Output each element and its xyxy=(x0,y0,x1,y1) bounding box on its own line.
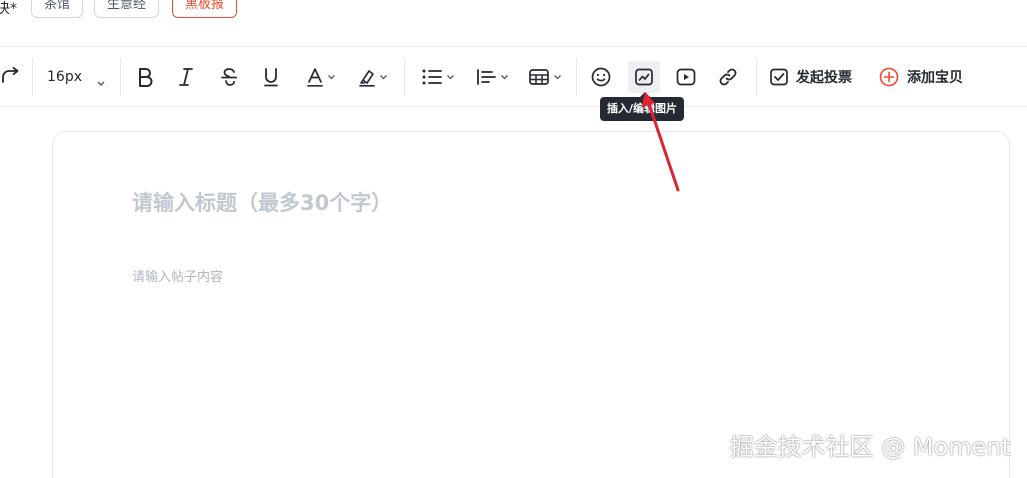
emoji-icon xyxy=(590,66,612,88)
underline-button[interactable] xyxy=(259,61,283,93)
align-icon xyxy=(475,67,497,87)
chevron-down-icon xyxy=(553,74,562,80)
insert-image-button[interactable] xyxy=(628,61,660,93)
tag-shengyijing[interactable]: 生意经 xyxy=(94,0,160,18)
font-color-button[interactable] xyxy=(303,61,339,93)
chevron-down-icon xyxy=(446,74,455,80)
editor-toolbar: 16px 发起投票 添加宝贝 xyxy=(0,46,1027,107)
redo-icon xyxy=(1,67,21,87)
italic-button[interactable] xyxy=(174,61,198,93)
chevron-down-icon xyxy=(96,73,106,92)
toolbar-divider xyxy=(404,58,405,96)
start-vote-label: 发起投票 xyxy=(796,70,852,86)
add-item-button[interactable]: 添加宝贝 xyxy=(878,61,968,93)
post-editor-page: 决* 茶馆 生意经 黑板报 16px 发起投票 添加宝贝 插入/编辑图片 请输入… xyxy=(0,0,1027,478)
highlight-icon xyxy=(358,67,376,87)
underline-icon xyxy=(262,67,280,87)
link-button[interactable] xyxy=(716,61,740,93)
table-icon xyxy=(528,67,550,87)
chevron-down-icon xyxy=(327,74,336,80)
video-button[interactable] xyxy=(674,61,698,93)
toolbar-divider xyxy=(120,58,121,96)
font-size-value: 16px xyxy=(47,69,82,85)
chevron-down-icon xyxy=(379,74,388,80)
align-button[interactable] xyxy=(472,61,512,93)
content-input[interactable] xyxy=(132,266,932,466)
toolbar-divider xyxy=(576,58,577,96)
strikethrough-button[interactable] xyxy=(217,61,241,93)
redo-button[interactable] xyxy=(0,61,22,93)
emoji-button[interactable] xyxy=(589,61,613,93)
image-icon xyxy=(633,66,655,88)
list-button[interactable] xyxy=(418,61,458,93)
add-circle-icon xyxy=(878,66,900,88)
font-color-icon xyxy=(306,67,324,87)
list-icon xyxy=(421,67,443,87)
toolbar-divider xyxy=(756,58,757,96)
highlight-button[interactable] xyxy=(355,61,391,93)
italic-icon xyxy=(177,67,195,87)
bold-icon xyxy=(136,67,154,87)
insert-image-tooltip: 插入/编辑图片 xyxy=(600,97,685,121)
font-size-select[interactable]: 16px xyxy=(38,61,112,93)
toolbar-divider xyxy=(32,58,33,96)
strikethrough-icon xyxy=(220,67,238,87)
category-tags: 决* 茶馆 生意经 黑板报 xyxy=(0,0,300,19)
link-icon xyxy=(717,66,739,88)
table-button[interactable] xyxy=(524,61,566,93)
chevron-down-icon xyxy=(500,74,509,80)
editor-card xyxy=(52,131,1010,478)
video-icon xyxy=(675,66,697,88)
start-vote-button[interactable]: 发起投票 xyxy=(768,61,858,93)
bold-button[interactable] xyxy=(133,61,157,93)
tag-chaguan[interactable]: 茶馆 xyxy=(31,0,84,18)
vote-icon xyxy=(768,66,790,88)
add-item-label: 添加宝贝 xyxy=(907,70,963,86)
tag-heibanbao[interactable]: 黑板报 xyxy=(172,0,238,18)
category-label-cut: 决* xyxy=(0,1,17,17)
title-input[interactable] xyxy=(132,188,892,218)
